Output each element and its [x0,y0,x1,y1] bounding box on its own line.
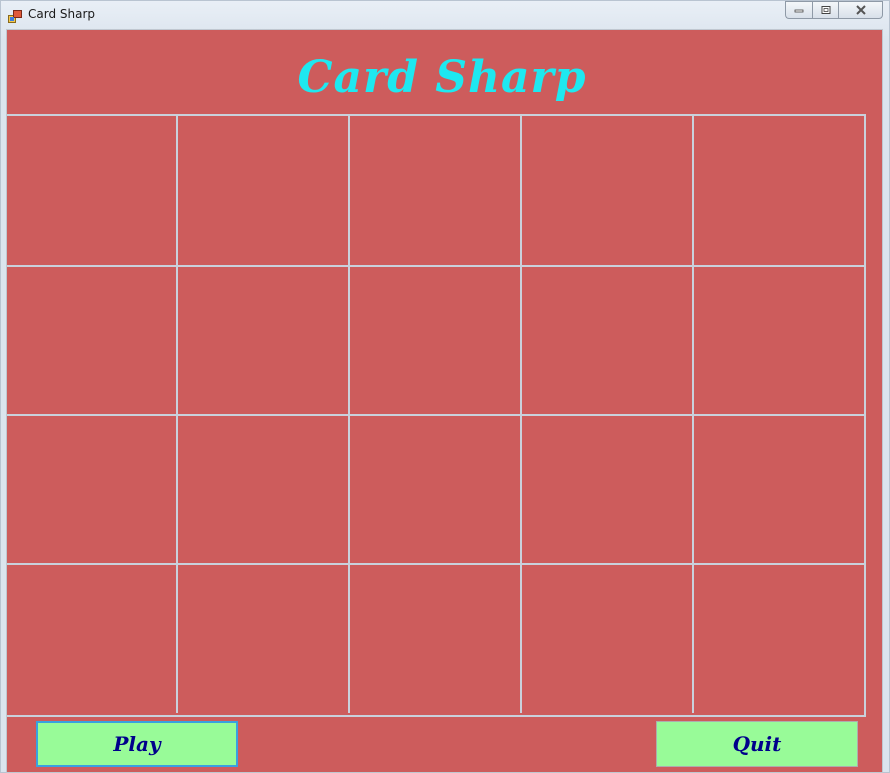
card-slot-r2-c5[interactable] [692,265,864,414]
card-slot-r2-c2[interactable] [176,265,348,414]
card-slot-r1-c1[interactable] [7,116,176,265]
card-slot-r3-c5[interactable] [692,414,864,563]
minimize-icon [794,9,804,13]
card-slot-r2-c4[interactable] [520,265,692,414]
maximize-icon [821,6,830,14]
card-slot-r2-c3[interactable] [348,265,520,414]
card-slot-r3-c1[interactable] [7,414,176,563]
card-slot-r4-c4[interactable] [520,563,692,713]
card-slot-r4-c5[interactable] [692,563,864,713]
minimize-button[interactable] [785,1,812,19]
title-bar[interactable]: Card Sharp [1,1,889,29]
card-slot-r4-c1[interactable] [7,563,176,713]
game-title: Card Sharp [297,52,587,103]
play-button[interactable]: Play [36,721,238,767]
card-slot-r1-c4[interactable] [520,116,692,265]
app-window: Card Sharp Card Sharp Play Quit [0,0,890,773]
game-panel: Card Sharp Play Quit [6,29,883,773]
close-button[interactable] [838,1,883,19]
card-slot-r3-c2[interactable] [176,414,348,563]
app-icon [8,8,22,23]
close-icon [855,5,866,15]
card-slot-r1-c3[interactable] [348,116,520,265]
window-title: Card Sharp [28,7,96,21]
card-slot-r1-c2[interactable] [176,116,348,265]
card-slot-r2-c1[interactable] [7,265,176,414]
card-grid [7,114,866,717]
quit-button[interactable]: Quit [656,721,858,767]
card-slot-r1-c5[interactable] [692,116,864,265]
card-slot-r3-c4[interactable] [520,414,692,563]
window-controls [785,1,883,20]
maximize-button[interactable] [812,1,838,19]
card-slot-r4-c3[interactable] [348,563,520,713]
card-slot-r4-c2[interactable] [176,563,348,713]
card-slot-r3-c3[interactable] [348,414,520,563]
